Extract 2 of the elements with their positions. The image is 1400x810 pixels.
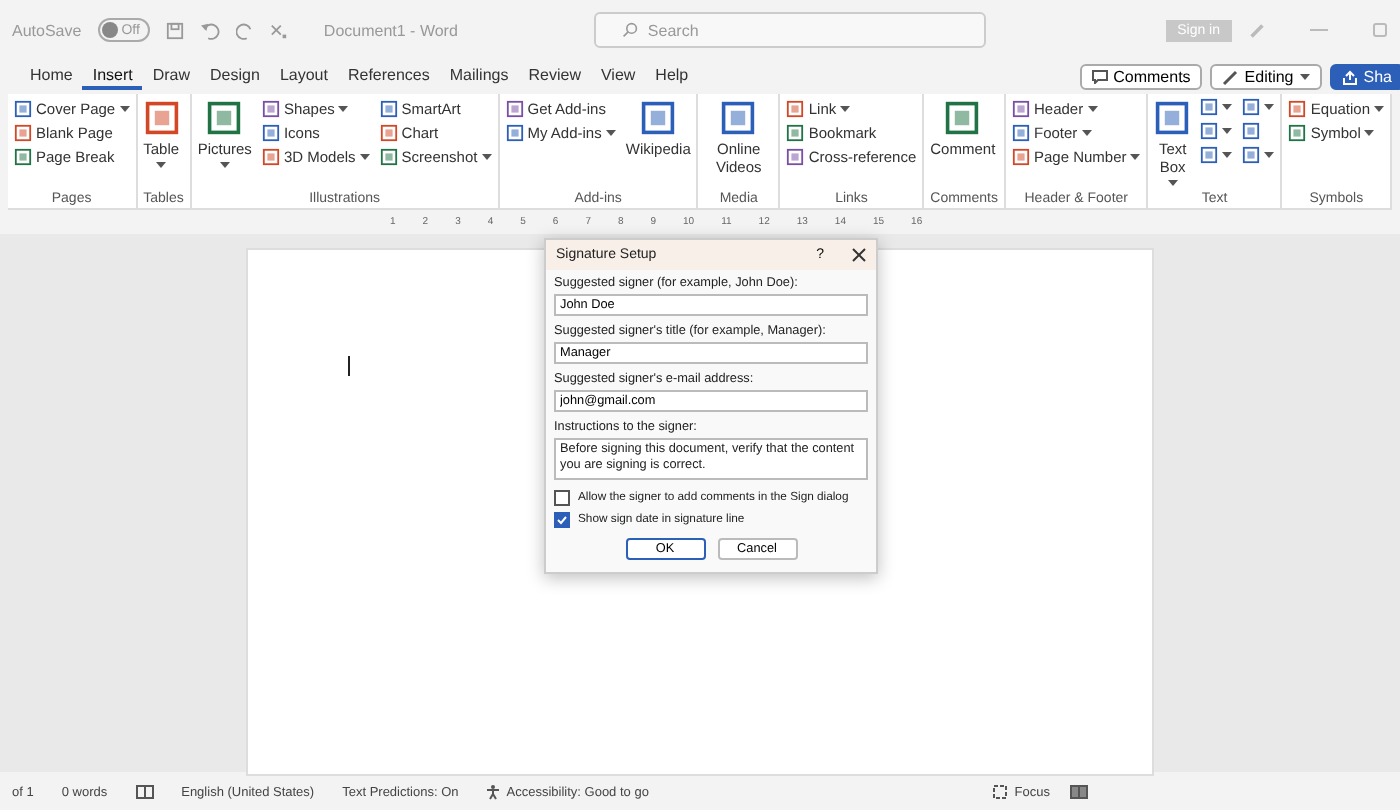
document-title: Document1 - Word xyxy=(323,21,458,39)
autosave-label: AutoSave xyxy=(12,21,82,39)
